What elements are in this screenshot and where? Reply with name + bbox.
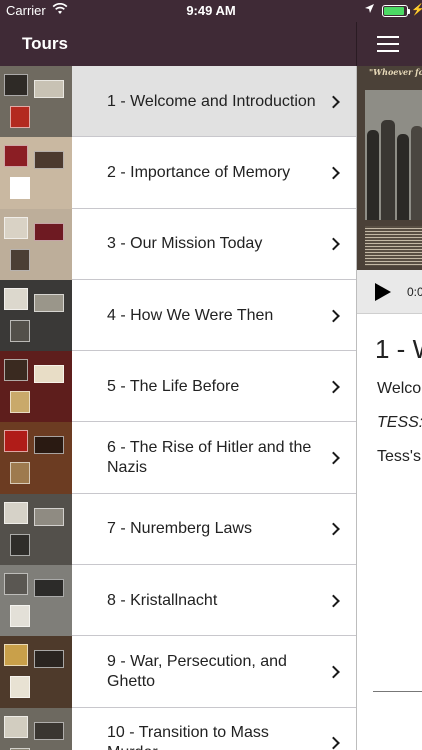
tour-item[interactable]: 4 - How We Were Then bbox=[0, 279, 356, 352]
tour-item-label: 4 - How We Were Then bbox=[107, 306, 274, 324]
tour-item[interactable]: 1 - Welcome and Introduction bbox=[0, 66, 356, 138]
exhibit-caption bbox=[365, 226, 422, 266]
tour-item-label: 9 - War, Persecution, and Ghetto bbox=[107, 653, 287, 691]
exhibit-photo bbox=[365, 90, 422, 220]
chevron-right-icon bbox=[327, 95, 340, 109]
tour-item-label: 10 - Transition to Mass Murder bbox=[107, 724, 269, 750]
chevron-right-icon bbox=[327, 380, 340, 394]
exhibit-image: "Whoever fo... the executione... bbox=[357, 66, 422, 270]
tour-item[interactable]: 9 - War, Persecution, and Ghetto bbox=[0, 636, 356, 708]
page-title: Tours bbox=[22, 34, 68, 53]
chevron-right-icon bbox=[327, 309, 340, 322]
tour-item[interactable]: 8 - Kristallnacht bbox=[0, 565, 356, 637]
tour-thumbnail bbox=[0, 422, 72, 494]
location-arrow-icon bbox=[365, 4, 374, 13]
audio-player: 0:0 bbox=[357, 270, 422, 314]
chevron-right-icon bbox=[327, 594, 340, 608]
chevron-right-icon bbox=[327, 665, 340, 679]
detail-paragraph: Tess's the Ho hatred bbox=[377, 447, 422, 465]
tour-list: 1 - Welcome and Introduction 2 - Importan… bbox=[0, 66, 356, 750]
chevron-right-icon bbox=[327, 736, 340, 750]
detail-paragraph: Welco and Ed small Perha best: bbox=[377, 380, 422, 397]
charging-bolt-icon: ⚡ bbox=[411, 4, 422, 16]
tour-item-label: 2 - Importance of Memory bbox=[107, 163, 291, 181]
hamburger-menu-icon[interactable] bbox=[377, 34, 399, 52]
battery-icon bbox=[382, 5, 408, 17]
detail-title: 1 - W bbox=[375, 334, 422, 364]
play-icon[interactable] bbox=[375, 283, 391, 301]
tour-thumbnail bbox=[0, 493, 72, 566]
tour-thumbnail bbox=[0, 208, 72, 280]
chevron-right-icon bbox=[327, 166, 340, 180]
divider bbox=[373, 691, 422, 692]
tour-item[interactable]: 10 - Transition to Mass Murder bbox=[0, 707, 356, 750]
detail-body: Welco and Ed small Perha best: TESS: peop… bbox=[377, 376, 422, 477]
tour-item-label: 7 - Nuremberg Laws bbox=[107, 520, 252, 538]
tour-item[interactable]: 7 - Nuremberg Laws bbox=[0, 493, 356, 566]
exhibit-quote-text: "Whoever fo... the executione... bbox=[369, 67, 422, 77]
tour-thumbnail bbox=[0, 66, 72, 138]
tour-thumbnail bbox=[0, 351, 72, 423]
tour-item-label: 5 - The Life Before bbox=[107, 377, 240, 395]
tour-thumbnail bbox=[0, 279, 72, 352]
battery-cap bbox=[408, 9, 410, 14]
tour-item-label: 8 - Kristallnacht bbox=[107, 591, 218, 609]
navigation-bar: Tours bbox=[0, 22, 356, 66]
status-time: 9:49 AM bbox=[186, 3, 236, 18]
tour-item[interactable]: 3 - Our Mission Today bbox=[0, 208, 356, 280]
tour-item-label: 6 - The Rise of Hitler and the Nazis bbox=[107, 439, 312, 477]
tour-thumbnail bbox=[0, 565, 72, 637]
tour-item[interactable]: 2 - Importance of Memory bbox=[0, 137, 356, 209]
detail-pane: "Whoever fo... the executione... 0:0 1 -… bbox=[356, 66, 422, 750]
tour-item[interactable]: 6 - The Rise of Hitler and the Nazis bbox=[0, 422, 356, 494]
detail-paragraph: TESS: people need and co bbox=[377, 413, 422, 431]
tour-thumbnail bbox=[0, 636, 72, 708]
tour-thumbnail bbox=[0, 707, 72, 750]
tour-item-label: 3 - Our Mission Today bbox=[107, 235, 263, 253]
tour-item[interactable]: 5 - The Life Before bbox=[0, 351, 356, 423]
detail-navigation-bar bbox=[356, 22, 422, 66]
tour-thumbnail bbox=[0, 137, 72, 209]
status-bar: Carrier 9:49 AM ⚡ bbox=[0, 0, 422, 22]
chevron-right-icon bbox=[327, 451, 340, 465]
chevron-right-icon bbox=[327, 237, 340, 251]
chevron-right-icon bbox=[327, 523, 340, 536]
tour-item-label: 1 - Welcome and Introduction bbox=[107, 92, 316, 110]
audio-time: 0:0 bbox=[407, 285, 422, 299]
